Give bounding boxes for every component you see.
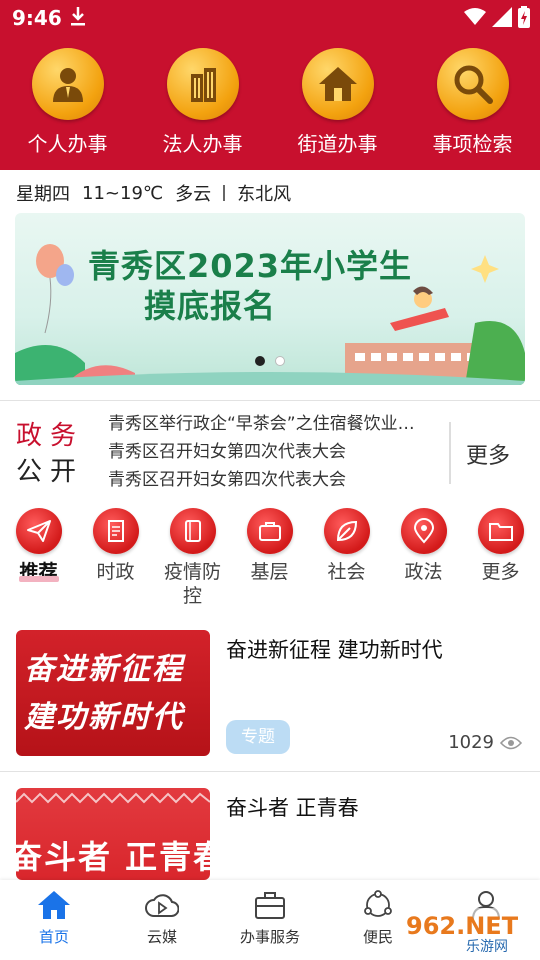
- weather-wind: 东北风: [237, 184, 292, 205]
- watermark-text: 962.NET: [406, 912, 519, 940]
- gov-news-item[interactable]: 青秀区召开妇女第四次代表大会: [108, 438, 438, 466]
- tab-label: 基层: [250, 561, 289, 583]
- nav-label: 办事服务: [239, 928, 300, 946]
- article-image-text: 奋斗者 正青春: [16, 838, 210, 876]
- nav-label: 首页: [38, 928, 69, 946]
- article-title: 奋进新征程 建功新时代: [226, 638, 443, 662]
- quick-service-label: 街道办事: [297, 132, 378, 156]
- quick-service-label: 事项检索: [432, 132, 513, 156]
- article-card[interactable]: 奋进新征程 建功新时代 奋进新征程 建功新时代 专题 1029: [0, 630, 540, 770]
- view-count: 1029: [448, 732, 494, 753]
- article-image-text: 奋进新征程: [24, 652, 184, 687]
- status-bar: 9:46: [0, 0, 540, 36]
- tab-label: 疫情防控: [163, 561, 221, 607]
- weather-weekday: 星期四: [16, 184, 70, 205]
- article-image-text: 建功新时代: [24, 700, 184, 735]
- article-views: 1029: [448, 732, 522, 753]
- banner-dot-active[interactable]: [255, 356, 265, 366]
- banner-title-line2: 摸底报名: [143, 287, 276, 325]
- quick-service-personal[interactable]: 个人办事: [0, 48, 135, 158]
- quick-service-label: 个人办事: [27, 132, 108, 156]
- banner-dot[interactable]: [275, 356, 285, 366]
- person-icon: [31, 48, 104, 120]
- search-icon: [436, 48, 509, 120]
- article-thumbnail: 奋斗者 正青春: [16, 788, 210, 880]
- article-thumbnail: 奋进新征程 建功新时代: [16, 630, 210, 756]
- network-icon: [364, 890, 392, 917]
- tab-label: 社会: [327, 561, 366, 583]
- category-tabs: 推荐 时政 疫情防控 基层 社会 政法 更多: [0, 508, 540, 608]
- leaf-icon: [323, 508, 370, 554]
- gov-news-item[interactable]: 青秀区召开妇女第四次代表大会: [108, 466, 438, 494]
- header-panel: 9:46 个人办事 法人办事 街道办事 事项检索: [0, 0, 540, 170]
- gov-news-item[interactable]: 青秀区举行政企“早茶会”之住宿餐饮业…: [108, 410, 438, 438]
- thumbnail-pattern: [16, 792, 210, 804]
- folder-icon: [477, 508, 524, 554]
- tab-politics[interactable]: 时政: [77, 508, 154, 608]
- quick-service-street[interactable]: 街道办事: [270, 48, 405, 158]
- battery-icon: [518, 6, 530, 28]
- watermark-logo: 962.NET 乐游网: [400, 908, 532, 955]
- article-title: 奋斗者 正青春: [226, 796, 359, 820]
- nav-cloud-media[interactable]: 云媒: [108, 880, 216, 960]
- weather-condition: 多云: [175, 184, 212, 205]
- book-icon: [169, 508, 216, 554]
- paper-plane-icon: [15, 508, 62, 554]
- gov-news-more-button[interactable]: 更多: [466, 438, 510, 470]
- weather-bar: 星期四 11~19℃ 多云 东北风: [16, 180, 291, 206]
- gov-news-separator: [449, 422, 451, 484]
- gov-news-title-line1: 政务: [16, 421, 85, 451]
- banner-pagination: [255, 356, 285, 366]
- briefcase-icon: [255, 892, 285, 919]
- banner-carousel[interactable]: 青秀区2023年小学生 摸底报名: [15, 213, 525, 385]
- quick-service-search[interactable]: 事项检索: [405, 48, 540, 158]
- tab-label: 时政: [96, 561, 135, 583]
- eye-icon: [500, 736, 522, 749]
- tab-grassroots[interactable]: 基层: [231, 508, 308, 608]
- home-icon: [38, 891, 70, 919]
- tab-society[interactable]: 社会: [308, 508, 385, 608]
- article-tag[interactable]: 专题: [226, 720, 290, 754]
- divider: [0, 400, 540, 401]
- tab-label: 政法: [404, 561, 443, 583]
- tab-epidemic[interactable]: 疫情防控: [154, 508, 231, 608]
- watermark-sub: 乐游网: [466, 939, 508, 954]
- building-icon: [166, 48, 239, 120]
- tab-active-indicator: [18, 576, 59, 582]
- weather-temp: 11~19℃: [82, 182, 164, 204]
- signal-icon: [492, 7, 512, 27]
- divider: [0, 771, 540, 772]
- tab-more[interactable]: 更多: [462, 508, 539, 608]
- scroll-icon: [92, 508, 139, 554]
- nav-label: 云媒: [146, 928, 177, 946]
- gov-news-list: 青秀区举行政企“早茶会”之住宿餐饮业… 青秀区召开妇女第四次代表大会 青秀区召开…: [108, 410, 438, 494]
- location-pin-icon: [400, 508, 447, 554]
- briefcase-icon: [246, 508, 293, 554]
- cloud-play-icon: [145, 894, 179, 917]
- weather-separator: [223, 185, 226, 201]
- tab-recommend[interactable]: 推荐: [0, 508, 77, 608]
- tab-law[interactable]: 政法: [385, 508, 462, 608]
- wifi-icon: [464, 8, 486, 25]
- nav-services[interactable]: 办事服务: [216, 880, 324, 960]
- article-card[interactable]: 奋斗者 正青春 奋斗者 正青春: [0, 788, 540, 880]
- nav-label: 便民: [362, 928, 393, 946]
- app-screen: 9:46 个人办事 法人办事 街道办事 事项检索 星期四 11~19℃ 多云 东…: [0, 0, 540, 960]
- quick-service-label: 法人办事: [162, 132, 243, 156]
- tab-label: 更多: [481, 561, 520, 583]
- gov-news-title-line2: 公开: [16, 457, 85, 487]
- nav-home[interactable]: 首页: [0, 880, 108, 960]
- status-icons: [464, 6, 530, 28]
- quick-services: 个人办事 法人办事 街道办事 事项检索: [0, 48, 540, 158]
- quick-service-corporate[interactable]: 法人办事: [135, 48, 270, 158]
- download-icon: [71, 7, 85, 26]
- status-time: 9:46: [12, 6, 62, 30]
- house-icon: [301, 48, 374, 120]
- gov-news-title: 政务 公开: [16, 418, 84, 490]
